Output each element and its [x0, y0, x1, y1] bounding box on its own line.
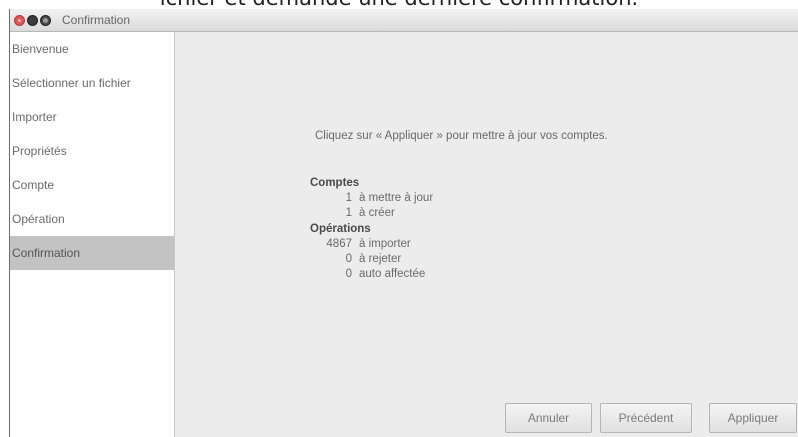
sidebar-item-confirmation[interactable]: Confirmation	[10, 236, 174, 270]
accounts-update-count: 1	[345, 192, 352, 204]
accounts-update-label: à mettre à jour	[359, 192, 434, 204]
intro-text: Cliquez sur « Appliquer » pour mettre à …	[315, 130, 608, 142]
operations-heading: Opérations	[310, 223, 371, 235]
accounts-create-count: 1	[345, 207, 352, 219]
sidebar-item-welcome[interactable]: Bienvenue	[10, 32, 174, 66]
summary-row: 1 à créer	[310, 206, 433, 221]
accounts-heading: Comptes	[310, 177, 360, 189]
confirmation-panel: Cliquez sur « Appliquer » pour mettre à …	[175, 32, 798, 437]
sidebar-item-account[interactable]: Compte	[10, 168, 174, 202]
operations-import-count: 4867	[326, 238, 352, 250]
page-caption: ichier et demande une dernière confirmat…	[0, 0, 798, 9]
apply-button[interactable]: Appliquer	[709, 403, 797, 433]
summary-row: 4867 à importer	[310, 237, 433, 252]
sidebar-item-select-file[interactable]: Sélectionner un fichier	[10, 66, 174, 100]
summary-row: 0 auto affectée	[310, 267, 433, 282]
title-bar[interactable]: Confirmation	[10, 9, 798, 32]
summary-row: 0 à rejeter	[310, 252, 433, 267]
screenshot: ichier et demande une dernière confirmat…	[0, 0, 798, 437]
window-title: Confirmation	[62, 13, 131, 27]
minimize-window-icon[interactable]	[27, 15, 38, 26]
sidebar-item-operation[interactable]: Opération	[10, 202, 174, 236]
operations-auto-count: 0	[345, 268, 352, 280]
confirmation-window: Confirmation Bienvenue Sélectionner un f…	[9, 9, 798, 437]
wizard-steps-sidebar: Bienvenue Sélectionner un fichier Import…	[10, 32, 175, 437]
accounts-create-label: à créer	[359, 207, 395, 219]
cancel-button[interactable]: Annuler	[505, 403, 592, 433]
operations-reject-count: 0	[345, 253, 352, 265]
import-summary: Comptes 1 à mettre à jour 1 à créer Opérat…	[310, 175, 433, 282]
previous-button[interactable]: Précédent	[600, 403, 692, 433]
operations-auto-label: auto affectée	[359, 268, 426, 280]
maximize-window-icon[interactable]	[40, 15, 51, 26]
summary-row: 1 à mettre à jour	[310, 191, 434, 206]
operations-import-label: à importer	[359, 238, 411, 250]
sidebar-item-properties[interactable]: Propriétés	[10, 134, 174, 168]
close-window-icon[interactable]	[14, 15, 25, 26]
operations-reject-label: à rejeter	[359, 253, 402, 265]
sidebar-item-import[interactable]: Importer	[10, 100, 174, 134]
